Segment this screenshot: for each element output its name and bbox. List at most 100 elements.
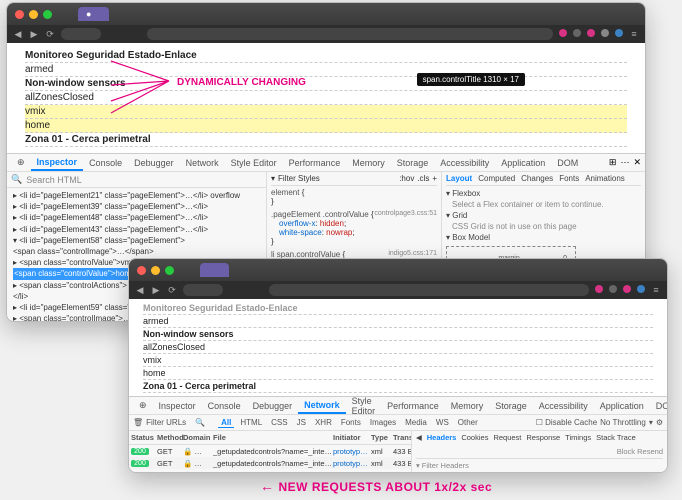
- tab-network[interactable]: Network: [180, 156, 225, 170]
- forward-icon[interactable]: ▶: [29, 29, 39, 39]
- tab-response[interactable]: Response: [526, 433, 560, 442]
- inspect-picker-icon[interactable]: ⊕: [133, 398, 153, 413]
- ext-icon[interactable]: [615, 29, 623, 37]
- dom-node[interactable]: ▸ <li id="pageElement43" class="pageElem…: [13, 224, 260, 235]
- tab-changes[interactable]: Changes: [521, 174, 553, 183]
- zoom-window-button[interactable]: [165, 266, 174, 275]
- minimize-window-button[interactable]: [151, 266, 160, 275]
- css-prop[interactable]: overflow-x: [279, 219, 315, 228]
- network-row[interactable]: 200GET🔒 …_getupdatedcontrols?name=_inter…: [129, 445, 411, 457]
- url-field[interactable]: [183, 284, 223, 296]
- ext-icon[interactable]: [609, 285, 617, 293]
- tab-debugger[interactable]: Debugger: [128, 156, 180, 170]
- filter-input[interactable]: Filter URLs: [146, 418, 186, 427]
- filter-js[interactable]: JS: [294, 418, 309, 427]
- back-icon[interactable]: ◀: [13, 29, 23, 39]
- col-transferred[interactable]: Transferred: [393, 433, 412, 442]
- tab-dom[interactable]: DOM: [650, 399, 668, 413]
- minimize-window-button[interactable]: [29, 10, 38, 19]
- col-initiator[interactable]: Initiator: [333, 433, 371, 442]
- menu-icon[interactable]: ≡: [651, 285, 661, 295]
- tab-computed[interactable]: Computed: [478, 174, 515, 183]
- detail-close-icon[interactable]: ◀: [416, 433, 422, 442]
- browser-tab[interactable]: ●: [78, 7, 109, 21]
- tab-console[interactable]: Console: [202, 399, 247, 413]
- tab-stacktrace[interactable]: Stack Trace: [596, 433, 636, 442]
- tab-dom[interactable]: DOM: [551, 156, 584, 170]
- throttling-select[interactable]: No Throttling: [600, 418, 646, 427]
- tab-memory[interactable]: Memory: [445, 399, 490, 413]
- css-prop[interactable]: white-space: [279, 228, 322, 237]
- css-rule[interactable]: .pageElement .controlValue controlpage3.…: [271, 210, 437, 246]
- tab-debugger[interactable]: Debugger: [247, 399, 299, 413]
- network-row[interactable]: 200GET🔒 …_getupdatedcontrols?name=_inter…: [129, 469, 411, 473]
- ext-icon[interactable]: [601, 29, 609, 37]
- col-method[interactable]: Method: [157, 433, 183, 442]
- filter-media[interactable]: Media: [402, 418, 430, 427]
- close-icon[interactable]: ✕: [633, 157, 641, 168]
- col-domain[interactable]: Domain: [183, 433, 213, 442]
- network-row[interactable]: 200GET🔒 …_getupdatedcontrols?name=_inter…: [129, 457, 411, 469]
- tab-memory[interactable]: Memory: [346, 156, 391, 170]
- css-value[interactable]: nowrap: [326, 228, 352, 237]
- tab-storage[interactable]: Storage: [489, 399, 533, 413]
- menu-icon[interactable]: ≡: [629, 29, 639, 39]
- ext-icon[interactable]: [595, 285, 603, 293]
- close-window-button[interactable]: [15, 10, 24, 19]
- search-icon[interactable]: 🔍: [195, 418, 205, 427]
- col-status[interactable]: Status: [131, 433, 157, 442]
- tab-application[interactable]: Application: [495, 156, 551, 170]
- ext-icon[interactable]: [587, 29, 595, 37]
- tab-storage[interactable]: Storage: [391, 156, 435, 170]
- col-file[interactable]: File: [213, 433, 333, 442]
- tab-accessibility[interactable]: Accessibility: [434, 156, 495, 170]
- tab-performance[interactable]: Performance: [381, 399, 445, 413]
- tab-network[interactable]: Network: [298, 398, 346, 414]
- tab-timings[interactable]: Timings: [565, 433, 591, 442]
- block-resend[interactable]: Block Resend: [617, 447, 663, 456]
- filter-ws[interactable]: WS: [433, 418, 452, 427]
- tab-cookies[interactable]: Cookies: [461, 433, 488, 442]
- tab-style-editor[interactable]: Style Editor: [225, 156, 283, 170]
- inspect-picker-icon[interactable]: ⊕: [11, 155, 31, 170]
- css-source[interactable]: controlpage3.css:51: [374, 210, 437, 217]
- filter-xhr[interactable]: XHR: [312, 418, 335, 427]
- filter-headers-input[interactable]: ▾ Filter Headers: [416, 461, 663, 470]
- tab-console[interactable]: Console: [83, 156, 128, 170]
- html-search[interactable]: 🔍 Search HTML: [7, 172, 266, 188]
- filter-icon[interactable]: ▾: [271, 174, 275, 183]
- close-window-button[interactable]: [137, 266, 146, 275]
- dock-icon[interactable]: ⊞: [609, 157, 617, 168]
- filter-all[interactable]: All: [218, 418, 234, 428]
- zoom-window-button[interactable]: [43, 10, 52, 19]
- css-source[interactable]: indigo5.css:171: [388, 250, 437, 257]
- col-type[interactable]: Type: [371, 433, 393, 442]
- tab-style-editor[interactable]: Style Editor: [346, 394, 382, 418]
- cell-initiator[interactable]: prototyp…: [333, 471, 371, 474]
- css-rule[interactable]: element {}: [271, 188, 437, 206]
- reload-icon[interactable]: ⟳: [167, 285, 177, 295]
- ext-icon[interactable]: [559, 29, 567, 37]
- forward-icon[interactable]: ▶: [151, 285, 161, 295]
- filter-css[interactable]: CSS: [268, 418, 290, 427]
- browser-tab[interactable]: [200, 263, 229, 277]
- url-field[interactable]: [61, 28, 101, 40]
- ext-icon[interactable]: [573, 29, 581, 37]
- tab-fonts[interactable]: Fonts: [559, 174, 579, 183]
- dom-node[interactable]: <span class="controlImage">…</span>: [13, 246, 260, 257]
- disable-cache-checkbox[interactable]: Disable Cache: [545, 418, 597, 427]
- filter-fonts[interactable]: Fonts: [338, 418, 364, 427]
- cls-button[interactable]: .cls: [417, 174, 429, 183]
- tab-application[interactable]: Application: [594, 399, 650, 413]
- css-value[interactable]: hidden: [320, 219, 344, 228]
- tab-accessibility[interactable]: Accessibility: [533, 399, 594, 413]
- tab-request[interactable]: Request: [493, 433, 521, 442]
- cell-initiator[interactable]: prototyp…: [333, 459, 371, 468]
- filter-other[interactable]: Other: [455, 418, 481, 427]
- ext-icon[interactable]: [637, 285, 645, 293]
- dom-node[interactable]: ▸ <li id="pageElement48" class="pageElem…: [13, 212, 260, 223]
- filter-html[interactable]: HTML: [237, 418, 265, 427]
- search-field[interactable]: [147, 28, 553, 40]
- add-rule-icon[interactable]: +: [432, 174, 437, 183]
- dom-node[interactable]: ▸ <li id="pageElement21" class="pageElem…: [13, 190, 260, 201]
